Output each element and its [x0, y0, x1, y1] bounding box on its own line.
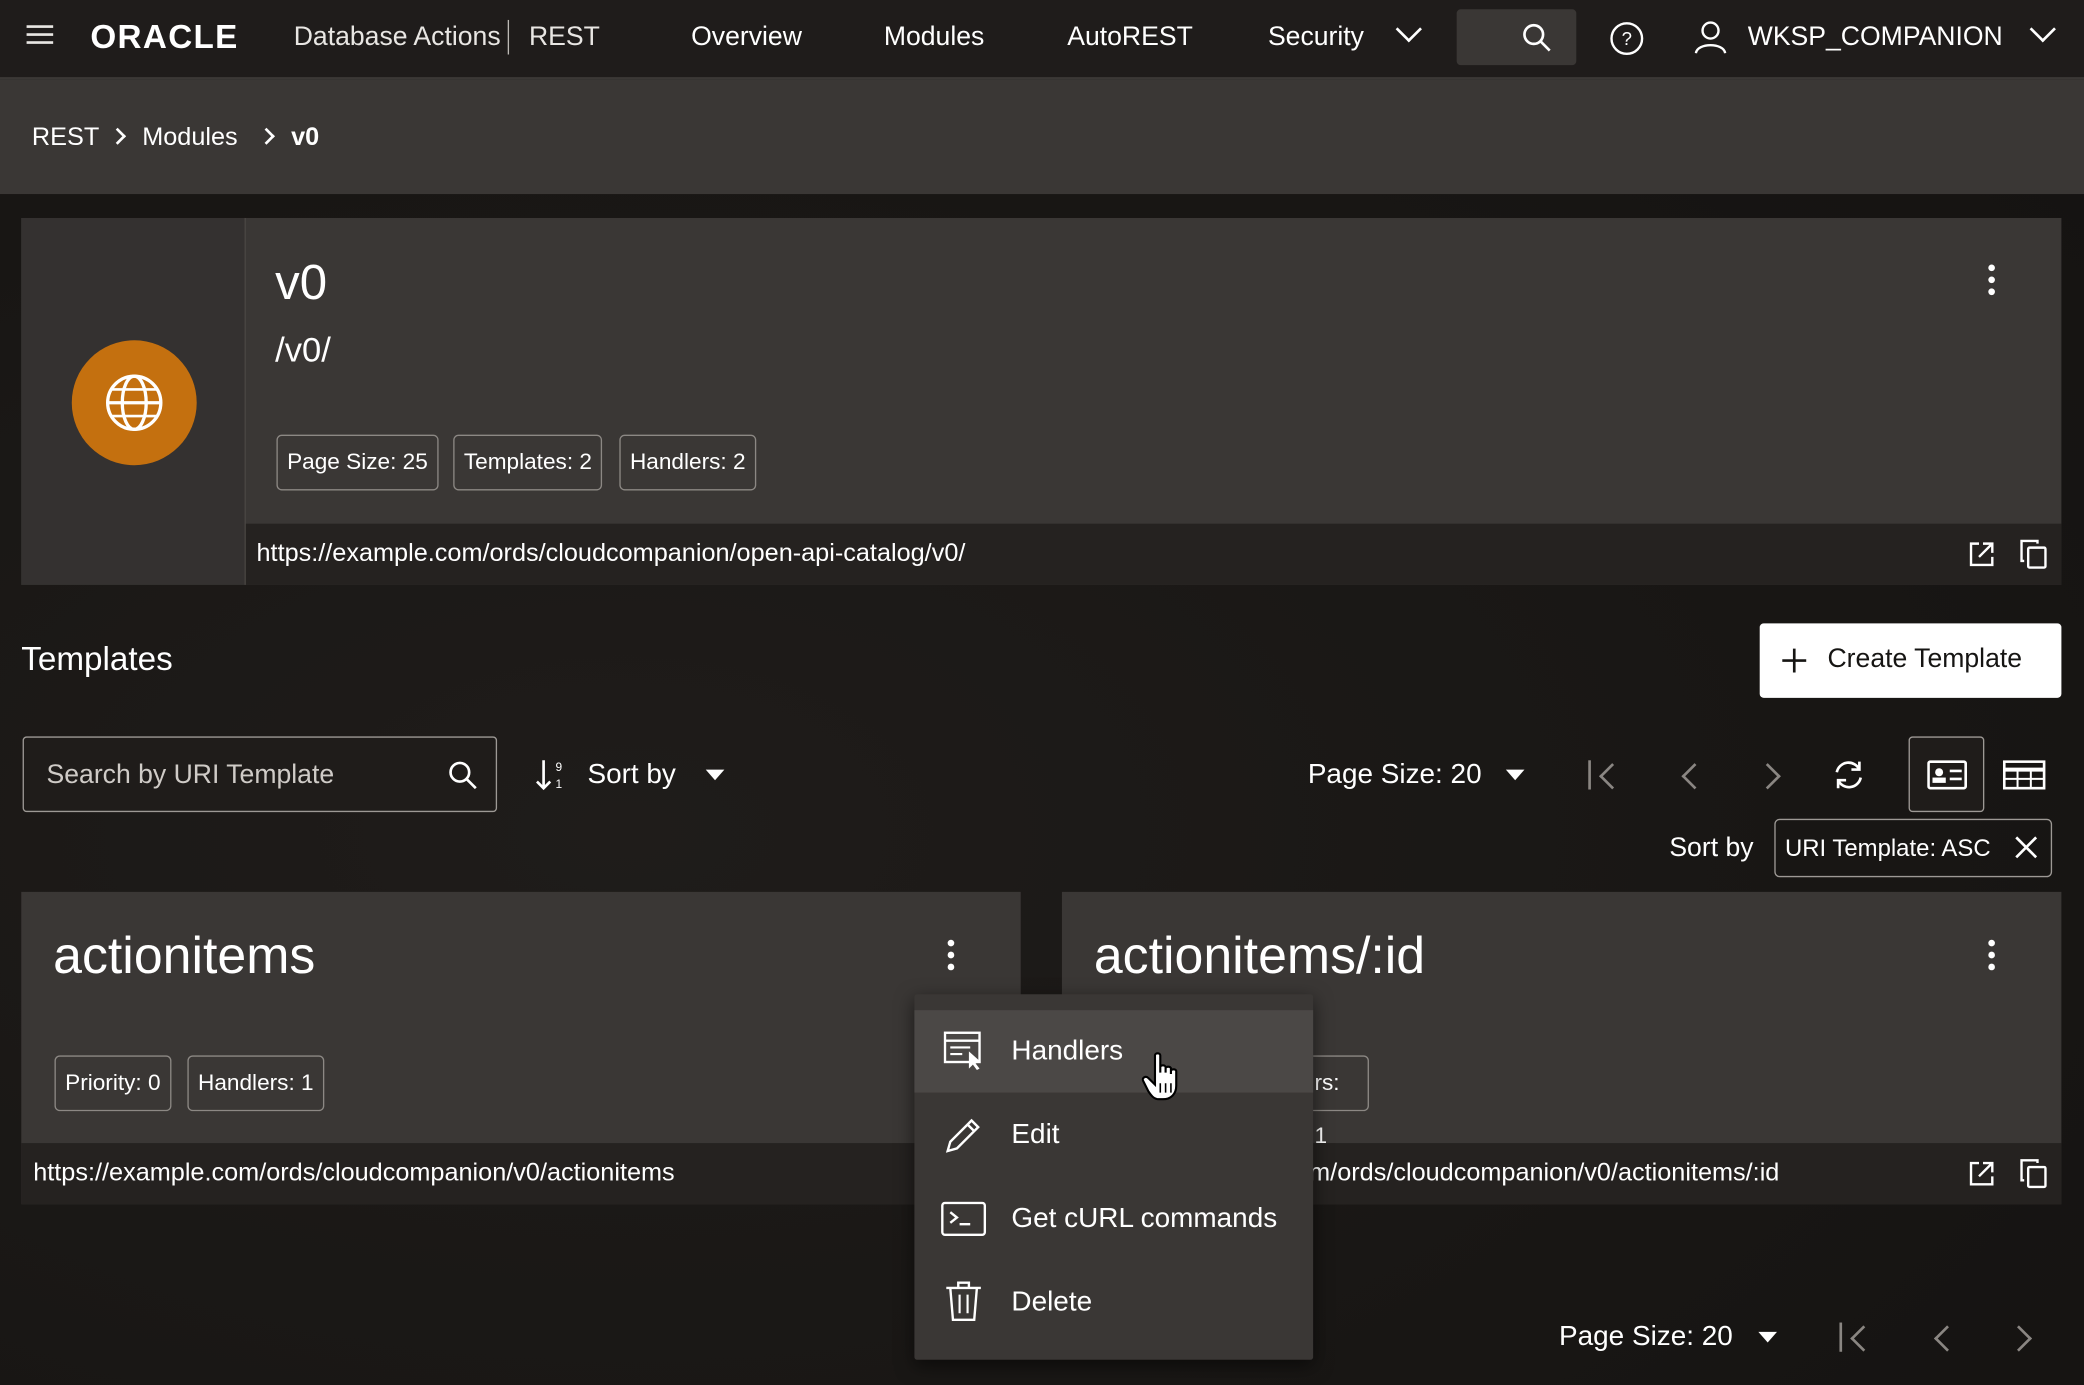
globe-icon [105, 374, 163, 431]
footer-page-size-dropdown[interactable]: Page Size: 20 [1559, 1321, 1733, 1353]
first-page-bar [1588, 760, 1591, 790]
handlers-icon [943, 1031, 981, 1070]
terminal-icon [941, 1201, 987, 1236]
help-icon[interactable]: ? [1610, 21, 1645, 56]
handlers-count-badge: Handlers: 2 [619, 434, 757, 491]
copy-icon[interactable] [2019, 1158, 2048, 1190]
card-view-icon [1927, 760, 1968, 790]
next-page-icon[interactable] [1754, 763, 1781, 790]
nav-autorest[interactable]: AutoREST [1067, 23, 1193, 54]
menu-item-get-curl[interactable]: Get cURL commands [914, 1178, 1313, 1260]
hamburger-menu-icon[interactable] [26, 25, 54, 46]
footer-next-page-icon[interactable] [2005, 1325, 2033, 1352]
page-size-caret-icon[interactable] [1505, 769, 1525, 781]
breadcrumb-current: v0 [291, 123, 320, 152]
product-name: Database Actions [293, 22, 501, 52]
module-url-bar: https://example.com/ords/cloudcompanion/… [245, 523, 2062, 585]
nav-overview[interactable]: Overview [691, 23, 802, 54]
previous-page-icon[interactable] [1681, 763, 1708, 790]
nav-modules[interactable]: Modules [884, 23, 984, 54]
template-search-field[interactable] [22, 736, 498, 813]
breadcrumb-rest[interactable]: REST [32, 124, 99, 153]
open-external-icon[interactable] [1967, 540, 1996, 569]
remove-sort-close-icon[interactable] [2015, 836, 2038, 859]
nav-security[interactable]: Security [1268, 23, 1364, 54]
pencil-icon [945, 1118, 980, 1153]
svg-text:9: 9 [556, 760, 563, 774]
footer-page-size-caret-icon[interactable] [1758, 1331, 1777, 1343]
oracle-logo: ORACLE [90, 18, 239, 56]
module-avatar [71, 340, 197, 466]
menu-item-delete[interactable]: Delete [914, 1261, 1313, 1343]
module-path: /v0/ [275, 329, 331, 370]
user-icon[interactable] [1692, 19, 1729, 56]
template-more-icon[interactable] [947, 939, 955, 976]
footer-previous-page-icon[interactable] [1933, 1325, 1961, 1352]
menu-item-edit[interactable]: Edit [914, 1094, 1313, 1176]
template-title[interactable]: actionitems/:id [1094, 928, 1425, 986]
create-template-label: Create Template [1827, 644, 2023, 674]
global-search-button[interactable] [1456, 9, 1577, 66]
page-size-badge: Page Size: 25 [276, 434, 439, 491]
template-search-input[interactable] [43, 737, 435, 813]
create-template-button[interactable]: Create Template [1759, 623, 2062, 698]
template-url[interactable]: https://example.com/ords/cloudcompanion/… [33, 1159, 674, 1188]
footer-first-page-icon[interactable] [1850, 1325, 1877, 1352]
brand-divider [507, 19, 510, 55]
sort-by-dropdown[interactable]: Sort by [587, 759, 675, 791]
module-name: v0 [275, 255, 328, 310]
module-more-icon[interactable] [1988, 264, 1995, 301]
user-menu[interactable]: WKSP_COMPANION [1748, 23, 2003, 54]
refresh-icon[interactable] [1831, 758, 1866, 793]
app-name: REST [528, 22, 600, 52]
table-view-icon[interactable] [2002, 760, 2046, 790]
templates-heading: Templates [21, 640, 173, 678]
trash-icon [946, 1281, 981, 1322]
module-url[interactable]: https://example.com/ords/cloudcompanion/… [257, 540, 966, 569]
menu-label-handlers: Handlers [1011, 1035, 1124, 1066]
plus-icon [1782, 648, 1807, 673]
search-icon [1523, 23, 1551, 52]
sort-chip: URI Template: ASC [1774, 818, 2053, 878]
footer-first-page-bar [1839, 1322, 1843, 1352]
template-more-icon[interactable] [1988, 939, 1995, 976]
first-page-icon[interactable] [1599, 763, 1626, 790]
sort-caret-down-icon[interactable] [705, 769, 725, 781]
menu-item-handlers[interactable]: Handlers [914, 1010, 1314, 1093]
menu-label-curl: Get cURL commands [1011, 1202, 1278, 1234]
card-view-toggle[interactable] [1908, 736, 1985, 813]
breadcrumb-modules[interactable]: Modules [142, 124, 237, 153]
sort-chip-label: Sort by [1669, 833, 1754, 863]
handlers-badge: Handlers: 1 [187, 1055, 325, 1112]
menu-label-edit: Edit [1011, 1119, 1060, 1150]
template-title[interactable]: actionitems [53, 928, 315, 986]
sort-chip-value: URI Template: ASC [1784, 834, 1991, 862]
search-icon[interactable] [447, 759, 479, 791]
template-url[interactable]: m/ords/cloudcompanion/v0/actionitems/:id [1309, 1159, 1779, 1188]
svg-text:?: ? [1622, 28, 1632, 49]
template-url-bar: https://example.com/ords/cloudcompanion/… [21, 1143, 1021, 1205]
copy-icon[interactable] [2019, 538, 2048, 570]
sort-icon[interactable]: 9 1 [534, 758, 571, 793]
hand-pointer-cursor-icon [1141, 1052, 1178, 1101]
priority-badge: Priority: 0 [54, 1055, 172, 1112]
svg-text:1: 1 [556, 777, 563, 791]
page-size-dropdown[interactable]: Page Size: 20 [1308, 759, 1482, 791]
open-external-icon[interactable] [1967, 1159, 1996, 1188]
templates-count-badge: Templates: 2 [453, 434, 603, 491]
menu-label-delete: Delete [1011, 1286, 1093, 1318]
